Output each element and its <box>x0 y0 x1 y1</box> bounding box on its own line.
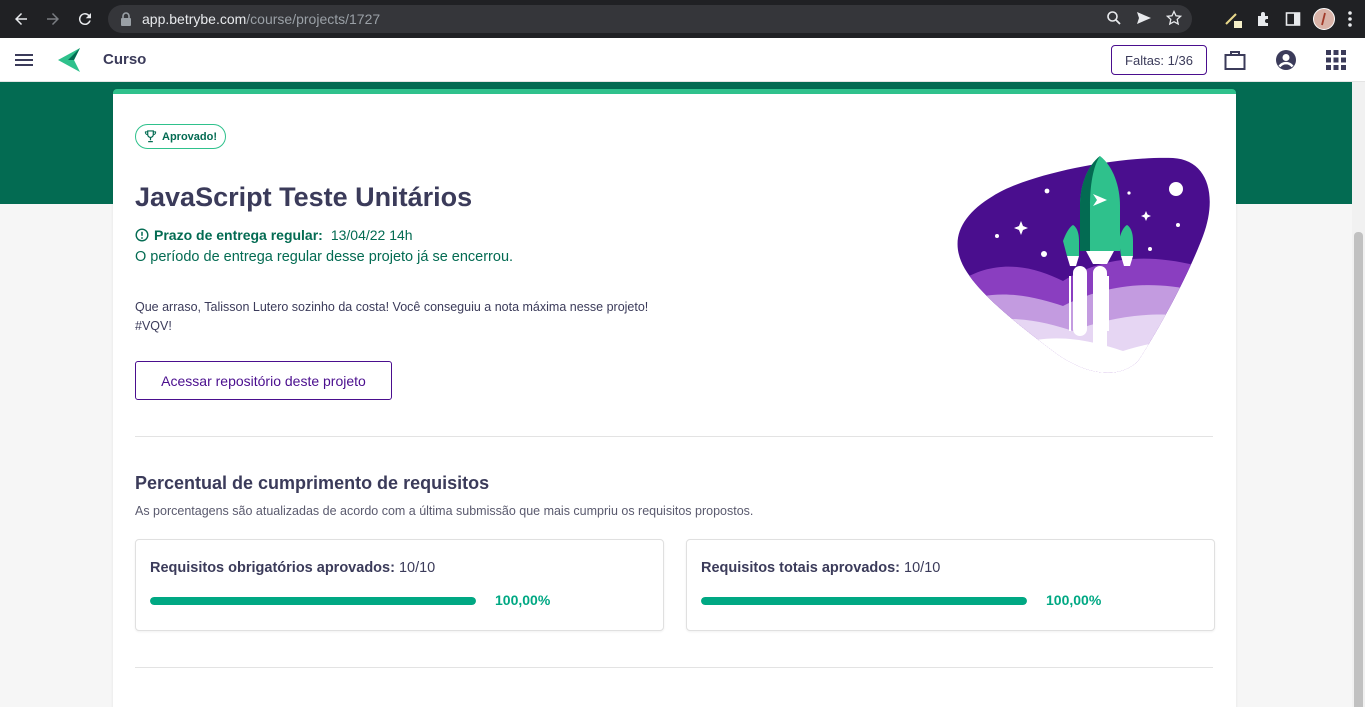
feedback-hashtag: #VQV! <box>135 319 172 333</box>
zoom-icon[interactable] <box>1106 10 1122 26</box>
send-icon[interactable] <box>1136 10 1152 26</box>
alert-circle-icon <box>135 228 149 242</box>
sidebar-icon[interactable] <box>1285 11 1301 27</box>
total-requirements-label: Requisitos totais aprovados: 10/10 <box>701 560 941 576</box>
url-text: app.betrybe.com/course/projects/1727 <box>142 11 381 27</box>
kebab-icon[interactable] <box>1347 10 1353 28</box>
page-title: Curso <box>103 51 147 68</box>
back-icon[interactable] <box>6 4 36 34</box>
mandatory-requirements-card: Requisitos obrigatórios aprovados: 10/10… <box>135 539 664 631</box>
lock-icon <box>121 12 131 26</box>
badge-label: Aprovado! <box>162 130 217 143</box>
account-icon[interactable] <box>1274 48 1298 72</box>
total-progress-bar <box>701 597 1027 605</box>
feedback-message: Que arraso, Talisson Lutero sozinho da c… <box>135 298 648 336</box>
project-card: Aprovado! JavaScript Teste Unitários Pra… <box>113 89 1236 707</box>
star-icon[interactable] <box>1166 10 1182 26</box>
rocket-illustration <box>957 156 1210 373</box>
scrollbar[interactable] <box>1352 82 1365 707</box>
mandatory-progress-bar <box>150 597 476 605</box>
briefcase-icon[interactable] <box>1223 48 1247 72</box>
section-divider-bottom <box>135 667 1213 668</box>
trybe-logo[interactable] <box>56 46 82 74</box>
deadline-closed-note: O período de entrega regular desse proje… <box>135 249 514 265</box>
feedback-line: Que arraso, Talisson Lutero sozinho da c… <box>135 300 649 314</box>
approved-badge: Aprovado! <box>135 124 226 149</box>
menu-icon[interactable] <box>14 50 34 70</box>
app-header: Curso Faltas: 1/36 <box>0 38 1365 82</box>
forward-icon[interactable] <box>38 4 68 34</box>
profile-icon[interactable] <box>1313 8 1335 30</box>
project-title: JavaScript Teste Unitários <box>135 182 473 212</box>
total-requirements-card: Requisitos totais aprovados: 10/10 100,0… <box>686 539 1215 631</box>
mandatory-progress-percent: 100,00% <box>495 592 551 608</box>
deadline-value: 13/04/22 14h <box>330 227 413 243</box>
apps-grid-icon[interactable] <box>1324 48 1348 72</box>
total-progress-fill <box>701 597 1027 605</box>
pen-icon[interactable] <box>1223 9 1243 29</box>
address-bar[interactable]: app.betrybe.com/course/projects/1727 <box>108 5 1192 33</box>
requirements-subtitle: As porcentagens são atualizadas de acord… <box>135 504 754 518</box>
deadline-label: Prazo de entrega regular: <box>154 227 323 243</box>
requirements-title: Percentual de cumprimento de requisitos <box>135 473 490 493</box>
trophy-icon <box>144 130 157 143</box>
browser-toolbar: app.betrybe.com/course/projects/1727 <box>0 0 1365 38</box>
scroll-thumb[interactable] <box>1354 232 1363 707</box>
mandatory-progress-fill <box>150 597 476 605</box>
absences-button[interactable]: Faltas: 1/36 <box>1111 45 1207 75</box>
deadline: Prazo de entrega regular: 13/04/22 14h <box>135 227 413 243</box>
total-progress-percent: 100,00% <box>1046 592 1102 608</box>
extension-icon[interactable] <box>1255 10 1273 28</box>
section-divider <box>135 436 1213 437</box>
mandatory-requirements-label: Requisitos obrigatórios aprovados: 10/10 <box>150 560 436 576</box>
reload-icon[interactable] <box>70 4 100 34</box>
repository-button[interactable]: Acessar repositório deste projeto <box>135 361 392 400</box>
